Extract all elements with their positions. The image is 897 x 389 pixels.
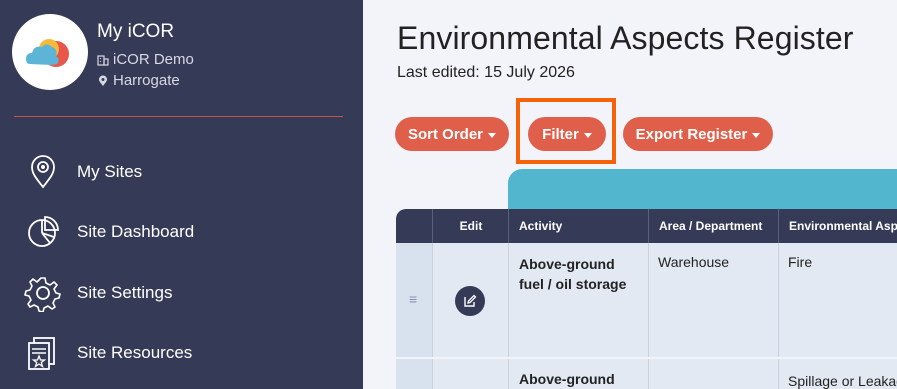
gear-icon: [24, 277, 61, 312]
drag-handle-cell[interactable]: [396, 359, 433, 389]
sort-order-button[interactable]: Sort Order: [395, 117, 509, 151]
activity-text: Above-ground: [519, 371, 615, 387]
app-title: My iCOR: [97, 21, 175, 42]
aspect-text: Fire: [788, 254, 813, 270]
documents-icon: [28, 337, 55, 370]
filter-highlight-box: [516, 98, 616, 164]
column-header-activity: Activity: [508, 209, 647, 243]
column-header-edit: Edit: [432, 209, 509, 243]
sidebar-item-site-settings[interactable]: Site Settings: [24, 271, 344, 315]
table-row[interactable]: ≡ Above-ground fuel / oil storage Wareho…: [396, 243, 897, 357]
edit-cell: [432, 359, 509, 389]
aspect-cell: Spillage or Leakage: [778, 359, 897, 389]
sidebar-item-label: Site Dashboard: [77, 222, 195, 241]
export-register-label: Export Register: [635, 125, 748, 143]
aspect-cell: Fire: [778, 243, 897, 357]
area-cell: [648, 359, 779, 389]
edit-icon: [464, 294, 477, 307]
activity-line: Above-ground: [519, 256, 615, 272]
org-name: iCOR Demo: [113, 51, 194, 68]
sidebar-item-label: Site Resources: [77, 343, 193, 362]
activity-cell: Above-ground fuel / oil storage: [508, 243, 649, 357]
pie-chart-icon: [28, 216, 59, 247]
sidebar-item-my-sites[interactable]: My Sites: [24, 150, 344, 194]
edit-cell: [432, 243, 509, 357]
org-line: iCOR Demo: [97, 51, 194, 68]
sidebar-item-site-dashboard[interactable]: Site Dashboard: [24, 210, 344, 254]
sidebar-item-label: Site Settings: [77, 283, 173, 302]
table-row[interactable]: Above-ground Spillage or Leakage: [396, 359, 897, 389]
sidebar-item-label: My Sites: [77, 162, 143, 181]
caret-down-icon: [488, 132, 496, 138]
last-edited-text: Last edited: 15 July 2026: [397, 64, 575, 81]
location-pin-icon: [31, 155, 55, 189]
drag-handle-icon: ≡: [409, 291, 418, 307]
sort-order-label: Sort Order: [407, 125, 483, 143]
building-icon: [97, 54, 109, 66]
column-header-area: Area / Department: [648, 209, 777, 243]
activity-text: Above-ground fuel / oil storage: [519, 254, 626, 294]
sidebar-divider: [14, 116, 343, 117]
map-pin-icon: [99, 75, 107, 86]
location-line: Harrogate: [97, 72, 180, 89]
main-content: Environmental Aspects Register Last edit…: [363, 0, 897, 389]
sidebar: My iCOR iCOR Demo Harrogate My Sites Sit…: [0, 0, 363, 389]
aspect-text: Spillage or Leakage: [788, 373, 897, 389]
area-text: Warehouse: [658, 254, 730, 270]
table-header-band: [508, 169, 897, 209]
page-title: Environmental Aspects Register: [397, 20, 854, 56]
cloud-logo-icon: [26, 39, 69, 67]
caret-down-icon: [752, 132, 761, 138]
sidebar-item-site-resources[interactable]: Site Resources: [24, 331, 344, 375]
column-header-aspect: Environmental Aspect: [778, 209, 897, 243]
edit-button[interactable]: [455, 286, 485, 316]
area-cell: Warehouse: [648, 243, 779, 357]
activity-cell: Above-ground: [508, 359, 649, 389]
table-header: Edit Activity Area / Department Environm…: [396, 209, 897, 243]
activity-line: fuel / oil storage: [519, 276, 627, 292]
drag-handle-cell[interactable]: ≡: [396, 243, 433, 357]
location-name: Harrogate: [113, 72, 180, 89]
aspects-table: Edit Activity Area / Department Environm…: [396, 209, 897, 389]
logo-avatar[interactable]: [12, 14, 88, 90]
export-register-button[interactable]: Export Register: [623, 117, 773, 151]
